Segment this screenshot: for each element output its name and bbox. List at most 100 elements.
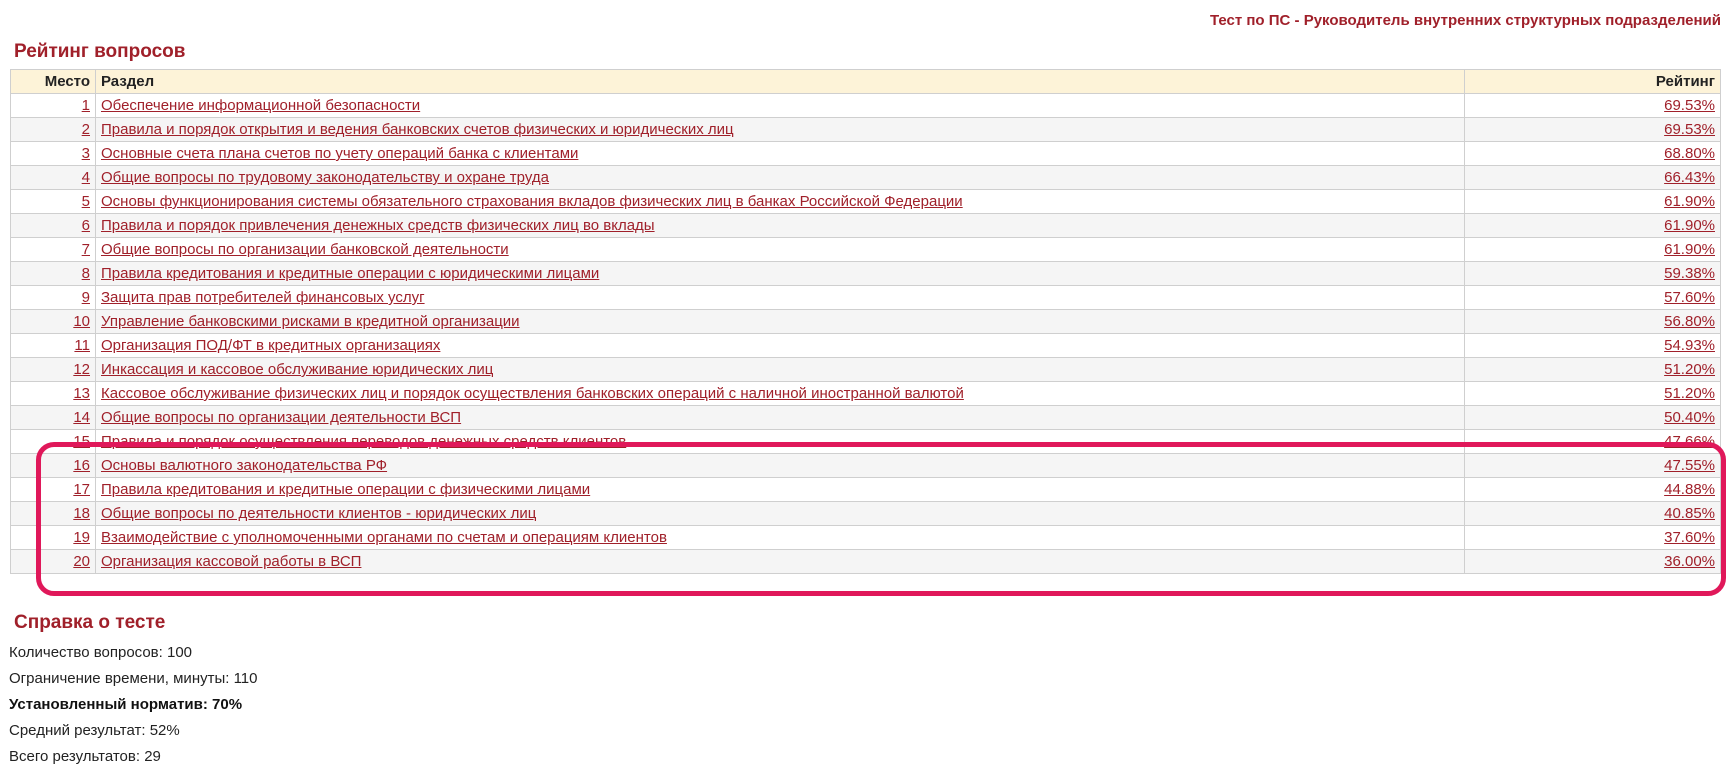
place-link[interactable]: 15	[73, 433, 90, 450]
rating-link[interactable]: 50.40%	[1664, 409, 1715, 426]
rating-link[interactable]: 54.93%	[1664, 337, 1715, 354]
section-link[interactable]: Инкассация и кассовое обслуживание юриди…	[101, 361, 493, 378]
place-link[interactable]: 19	[73, 529, 90, 546]
section-cell: Организация кассовой работы в ВСП	[95, 549, 1465, 574]
rating-cell: 51.20%	[1464, 357, 1721, 382]
rating-link[interactable]: 69.53%	[1664, 121, 1715, 138]
rating-link[interactable]: 59.38%	[1664, 265, 1715, 282]
place-link[interactable]: 4	[82, 169, 90, 186]
place-link[interactable]: 1	[82, 97, 90, 114]
rating-link[interactable]: 47.55%	[1664, 457, 1715, 474]
section-link[interactable]: Обеспечение информационной безопасности	[101, 97, 420, 114]
place-link[interactable]: 16	[73, 457, 90, 474]
rating-cell: 61.90%	[1464, 189, 1721, 214]
rating-link[interactable]: 69.53%	[1664, 97, 1715, 114]
rating-link[interactable]: 61.90%	[1664, 193, 1715, 210]
rating-link[interactable]: 56.80%	[1664, 313, 1715, 330]
place-cell: 17	[10, 477, 96, 502]
rating-link[interactable]: 37.60%	[1664, 529, 1715, 546]
questions-count: Количество вопросов: 100	[9, 644, 193, 661]
place-link[interactable]: 20	[73, 553, 90, 570]
rating-link[interactable]: 47.66%	[1664, 433, 1715, 450]
place-link[interactable]: 8	[82, 265, 90, 282]
section-link[interactable]: Правила и порядок привлечения денежных с…	[101, 217, 655, 234]
rating-cell: 56.80%	[1464, 309, 1721, 334]
rating-link[interactable]: 66.43%	[1664, 169, 1715, 186]
rating-cell: 57.60%	[1464, 285, 1721, 310]
section-link[interactable]: Правила и порядок открытия и ведения бан…	[101, 121, 734, 138]
table-row: 12 Инкассация и кассовое обслуживание юри…	[10, 357, 1721, 382]
section-link[interactable]: Правила кредитования и кредитные операци…	[101, 481, 590, 498]
rating-cell: 36.00%	[1464, 549, 1721, 574]
place-link[interactable]: 3	[82, 145, 90, 162]
table-row: 15 Правила и порядок осуществления перево…	[10, 429, 1721, 454]
place-cell: 9	[10, 285, 96, 310]
place-cell: 16	[10, 453, 96, 478]
section-link[interactable]: Общие вопросы по организации банковской …	[101, 241, 509, 258]
rating-link[interactable]: 68.80%	[1664, 145, 1715, 162]
place-link[interactable]: 14	[73, 409, 90, 426]
place-link[interactable]: 9	[82, 289, 90, 306]
rating-link[interactable]: 36.00%	[1664, 553, 1715, 570]
rating-link[interactable]: 51.20%	[1664, 385, 1715, 402]
section-cell: Кассовое обслуживание физических лиц и п…	[95, 381, 1465, 406]
rating-link[interactable]: 40.85%	[1664, 505, 1715, 522]
place-link[interactable]: 18	[73, 505, 90, 522]
section-link[interactable]: Защита прав потребителей финансовых услу…	[101, 289, 425, 306]
rating-cell: 69.53%	[1464, 93, 1721, 118]
section-cell: Основы валютного законодательства РФ	[95, 453, 1465, 478]
section-link[interactable]: Основные счета плана счетов по учету опе…	[101, 145, 578, 162]
section-link[interactable]: Основы функционирования системы обязател…	[101, 193, 963, 210]
rating-link[interactable]: 44.88%	[1664, 481, 1715, 498]
place-link[interactable]: 7	[82, 241, 90, 258]
norm: Установленный норматив: 70%	[9, 696, 243, 713]
rating-cell: 54.93%	[1464, 333, 1721, 358]
table-row: 17 Правила кредитования и кредитные опера…	[10, 477, 1721, 502]
table-row: 2 Правила и порядок открытия и ведения ба…	[10, 117, 1721, 142]
rating-cell: 69.53%	[1464, 117, 1721, 142]
rating-link[interactable]: 57.60%	[1664, 289, 1715, 306]
place-link[interactable]: 17	[73, 481, 90, 498]
place-link[interactable]: 10	[73, 313, 90, 330]
test-title: Тест по ПС - Руководитель внутренних стр…	[1209, 12, 1721, 29]
place-cell: 13	[10, 381, 96, 406]
section-link[interactable]: Основы валютного законодательства РФ	[101, 457, 387, 474]
rating-link[interactable]: 61.90%	[1664, 217, 1715, 234]
table-row: 1 Обеспечение информационной безопасности…	[10, 93, 1721, 118]
place-link[interactable]: 6	[82, 217, 90, 234]
section-link[interactable]: Общие вопросы по трудовому законодательс…	[101, 169, 549, 186]
section-link[interactable]: Организация кассовой работы в ВСП	[101, 553, 361, 570]
rating-cell: 66.43%	[1464, 165, 1721, 190]
place-link[interactable]: 5	[82, 193, 90, 210]
section-cell: Общие вопросы по организации банковской …	[95, 237, 1465, 262]
place-link[interactable]: 2	[82, 121, 90, 138]
section-link[interactable]: Правила кредитования и кредитные операци…	[101, 265, 599, 282]
place-cell: 11	[10, 333, 96, 358]
section-link[interactable]: Взаимодействие с уполномоченными органам…	[101, 529, 667, 546]
section-link[interactable]: Правила и порядок осуществления переводо…	[101, 433, 626, 450]
table-header-row: Место Раздел Рейтинг	[10, 69, 1721, 94]
table-row: 8 Правила кредитования и кредитные операц…	[10, 261, 1721, 286]
column-header-rating: Рейтинг	[1464, 69, 1721, 94]
place-cell: 18	[10, 501, 96, 526]
place-link[interactable]: 13	[73, 385, 90, 402]
section-link[interactable]: Управление банковскими рисками в кредитн…	[101, 313, 520, 330]
place-cell: 2	[10, 117, 96, 142]
place-link[interactable]: 12	[73, 361, 90, 378]
table-row: 20 Организация кассовой работы в ВСП 36.00…	[10, 549, 1721, 574]
place-cell: 7	[10, 237, 96, 262]
section-link[interactable]: Общие вопросы по организации деятельност…	[101, 409, 461, 426]
rating-link[interactable]: 51.20%	[1664, 361, 1715, 378]
section-cell: Организация ПОД/ФТ в кредитных организац…	[95, 333, 1465, 358]
rating-link[interactable]: 61.90%	[1664, 241, 1715, 258]
place-cell: 5	[10, 189, 96, 214]
section-link[interactable]: Кассовое обслуживание физических лиц и п…	[101, 385, 964, 402]
section-cell: Основные счета плана счетов по учету опе…	[95, 141, 1465, 166]
section-cell: Правила и порядок привлечения денежных с…	[95, 213, 1465, 238]
section-link[interactable]: Общие вопросы по деятельности клиентов -…	[101, 505, 536, 522]
section-link[interactable]: Организация ПОД/ФТ в кредитных организац…	[101, 337, 440, 354]
place-link[interactable]: 11	[74, 337, 90, 354]
average-result: Средний результат: 52%	[9, 722, 180, 739]
rating-cell: 59.38%	[1464, 261, 1721, 286]
table-row: 14 Общие вопросы по организации деятельно…	[10, 405, 1721, 430]
